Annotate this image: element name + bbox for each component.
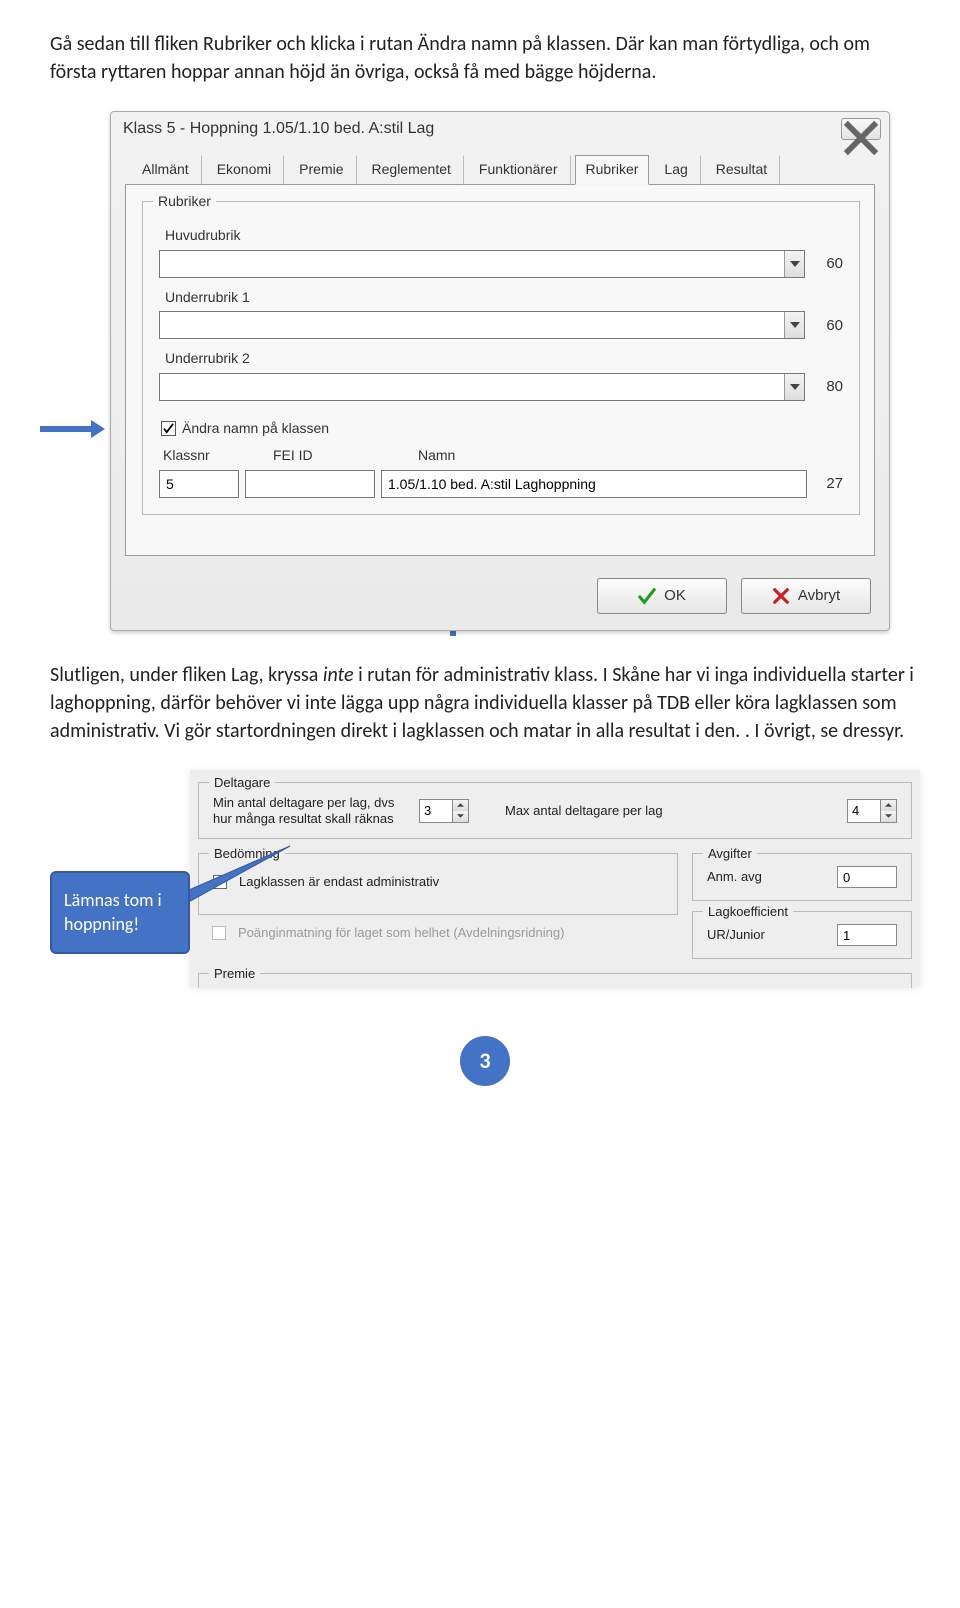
under1-count: 60 bbox=[813, 315, 843, 336]
max-deltagare-label: Max antal deltagare per lag bbox=[505, 803, 663, 819]
chevron-down-icon[interactable] bbox=[784, 251, 804, 277]
col-namn: Namn bbox=[418, 446, 837, 466]
deltagare-legend: Deltagare bbox=[209, 774, 275, 792]
lagkoef-input[interactable] bbox=[837, 924, 897, 946]
ok-label: OK bbox=[664, 585, 686, 606]
namn-count: 27 bbox=[813, 473, 843, 494]
close-button[interactable] bbox=[841, 118, 881, 140]
change-name-checkbox-row[interactable]: Ändra namn på klassen bbox=[161, 419, 843, 439]
page-number-badge: 3 bbox=[460, 1036, 510, 1086]
avgifter-label: Anm. avg bbox=[707, 869, 762, 885]
tab-ekonomi[interactable]: Ekonomi bbox=[206, 155, 284, 185]
under1-label: Underrubrik 1 bbox=[165, 288, 843, 308]
tab-premie[interactable]: Premie bbox=[288, 155, 356, 185]
cross-icon bbox=[772, 587, 790, 605]
dialog-title: Klass 5 - Hoppning 1.05/1.10 bed. A:stil… bbox=[123, 118, 434, 140]
cancel-label: Avbryt bbox=[798, 585, 840, 606]
callout-box: Lämnas tom i hoppning! bbox=[50, 871, 190, 954]
min-deltagare-spinner[interactable] bbox=[419, 799, 469, 823]
chevron-down-icon[interactable] bbox=[784, 312, 804, 338]
tab-funktionarer[interactable]: Funktionärer bbox=[468, 155, 571, 185]
under2-label: Underrubrik 2 bbox=[165, 349, 843, 369]
premie-legend: Premie bbox=[209, 965, 260, 983]
huvudrubrik-count: 60 bbox=[813, 253, 843, 274]
tab-reglementet[interactable]: Reglementet bbox=[361, 155, 464, 185]
tab-strip: Allmänt Ekonomi Premie Reglementet Funkt… bbox=[111, 144, 889, 184]
cancel-button[interactable]: Avbryt bbox=[741, 578, 871, 614]
tab-content: Rubriker Huvudrubrik 60 Underrubrik 1 60… bbox=[125, 184, 875, 556]
huvudrubrik-label: Huvudrubrik bbox=[165, 226, 843, 246]
pointer-arrow-checkbox bbox=[40, 426, 100, 432]
tab-allmant[interactable]: Allmänt bbox=[131, 155, 202, 185]
fei-id-input[interactable] bbox=[245, 470, 375, 498]
dialog-screenshot-container: Klass 5 - Hoppning 1.05/1.10 bed. A:stil… bbox=[50, 111, 910, 631]
huvudrubrik-input[interactable] bbox=[159, 250, 805, 278]
rubriker-dialog: Klass 5 - Hoppning 1.05/1.10 bed. A:stil… bbox=[110, 111, 890, 631]
column-labels: Klassnr FEI ID Namn bbox=[159, 446, 843, 470]
namn-input[interactable] bbox=[381, 470, 807, 498]
poang-checkbox-label: Poänginmatning för laget som helhet (Avd… bbox=[238, 925, 564, 941]
ok-button[interactable]: OK bbox=[597, 578, 727, 614]
tab-resultat[interactable]: Resultat bbox=[705, 155, 780, 185]
tab-lag[interactable]: Lag bbox=[653, 155, 700, 185]
change-name-checkbox-label: Ändra namn på klassen bbox=[182, 419, 329, 439]
avgifter-fieldset: Avgifter Anm. avg bbox=[692, 853, 912, 901]
avgifter-input[interactable] bbox=[837, 866, 897, 888]
min-deltagare-label: Min antal deltagare per lag, dvs hur mån… bbox=[213, 795, 413, 826]
dialog-titlebar: Klass 5 - Hoppning 1.05/1.10 bed. A:stil… bbox=[111, 112, 889, 144]
lagkoef-fieldset: Lagkoefficient UR/Junior bbox=[692, 911, 912, 959]
under2-count: 80 bbox=[813, 376, 843, 397]
col-klassnr: Klassnr bbox=[163, 446, 243, 466]
poang-checkbox-row: Poänginmatning för laget som helhet (Avd… bbox=[212, 925, 678, 941]
avgifter-legend: Avgifter bbox=[703, 845, 757, 863]
poang-checkbox bbox=[212, 926, 226, 940]
check-icon bbox=[638, 587, 656, 605]
deltagare-fieldset: Deltagare Min antal deltagare per lag, d… bbox=[198, 782, 912, 839]
premie-fieldset: Premie bbox=[198, 973, 912, 988]
col-fei: FEI ID bbox=[273, 446, 388, 466]
lagkoef-legend: Lagkoefficient bbox=[703, 903, 793, 921]
under1-input[interactable] bbox=[159, 311, 805, 339]
dialog-buttons: OK Avbryt bbox=[111, 568, 889, 630]
lag-panel-screenshot: Deltagare Min antal deltagare per lag, d… bbox=[190, 770, 920, 986]
middle-paragraph: Slutligen, under fliken Lag, kryssa inte… bbox=[50, 661, 920, 745]
under2-input[interactable] bbox=[159, 373, 805, 401]
max-deltagare-spinner[interactable] bbox=[847, 799, 897, 823]
klassnr-input[interactable] bbox=[159, 470, 239, 498]
groupbox-legend: Rubriker bbox=[153, 192, 216, 212]
checkbox-checked-icon[interactable] bbox=[161, 421, 176, 436]
lagkoef-label: UR/Junior bbox=[707, 927, 765, 943]
chevron-down-icon[interactable] bbox=[784, 374, 804, 400]
rubriker-groupbox: Rubriker Huvudrubrik 60 Underrubrik 1 60… bbox=[142, 201, 860, 515]
intro-paragraph: Gå sedan till fliken Rubriker och klicka… bbox=[50, 30, 920, 86]
tab-rubriker[interactable]: Rubriker bbox=[575, 155, 650, 185]
